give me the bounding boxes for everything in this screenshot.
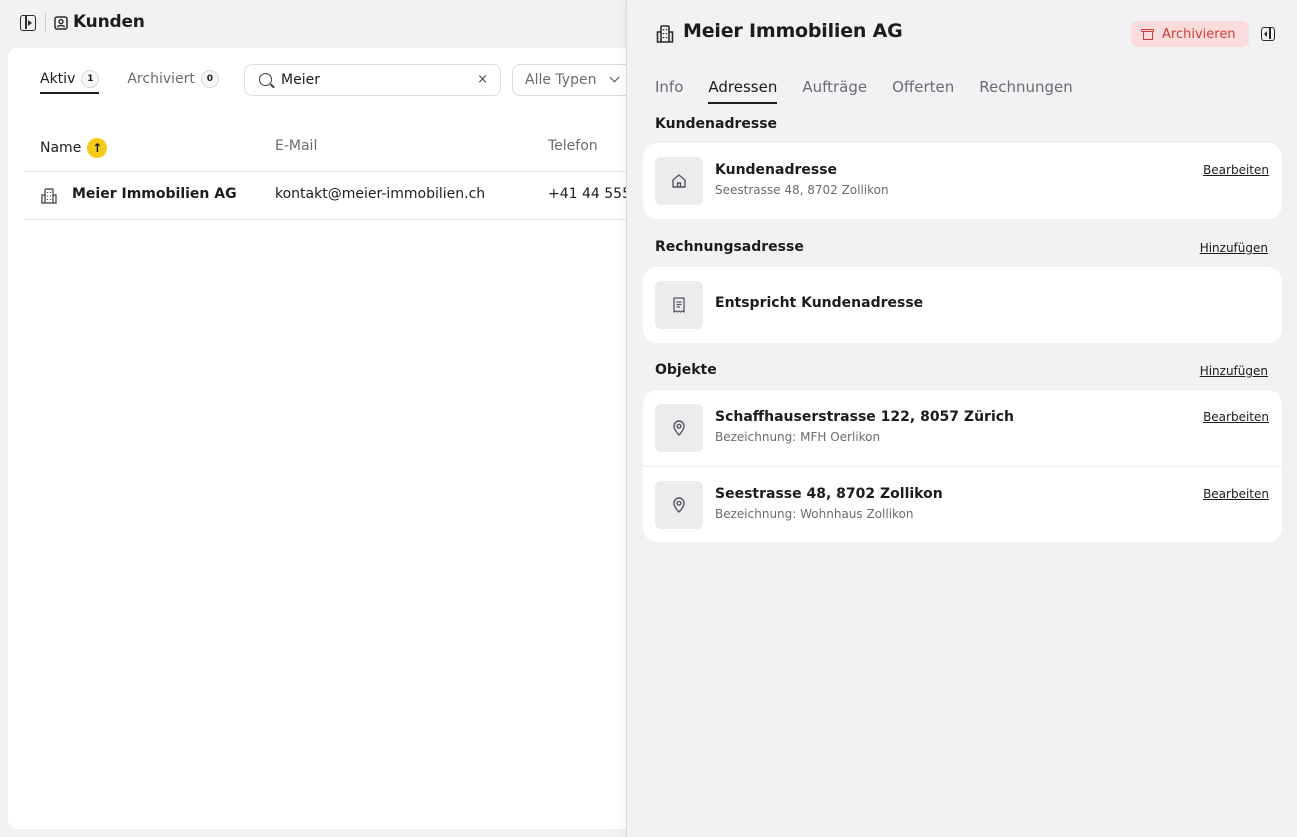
- section-title-rechnungsadresse: Rechnungsadresse: [655, 239, 804, 255]
- edit-link[interactable]: Bearbeiten: [1203, 487, 1269, 501]
- map-pin-icon-box: [655, 404, 703, 452]
- address-item: Kundenadresse Seestrasse 48, 8702 Zollik…: [643, 143, 1282, 219]
- tab-label: Aktiv: [40, 71, 76, 87]
- contact-icon: [54, 16, 68, 30]
- object-item: Seestrasse 48, 8702 Zollikon Bezeichnung…: [643, 466, 1282, 542]
- home-icon-box: [655, 157, 703, 205]
- edit-link[interactable]: Bearbeiten: [1203, 163, 1269, 177]
- clear-icon[interactable]: ×: [477, 73, 488, 87]
- customer-address-card: Kundenadresse Seestrasse 48, 8702 Zollik…: [643, 143, 1282, 219]
- edit-link[interactable]: Bearbeiten: [1203, 410, 1269, 424]
- objects-card: Schaffhauserstrasse 122, 8057 Zürich Bez…: [643, 390, 1282, 542]
- archive-icon: [1141, 28, 1154, 40]
- add-object-link[interactable]: Hinzufügen: [1200, 364, 1268, 378]
- page-title: Kunden: [73, 12, 145, 32]
- search-field[interactable]: ×: [244, 64, 501, 96]
- sort-ascending-icon[interactable]: ↑: [87, 138, 108, 158]
- building-icon: [41, 188, 57, 204]
- count-badge: 0: [200, 70, 219, 88]
- type-filter-label: Alle Typen: [525, 72, 597, 88]
- item-subtitle: Seestrasse 48, 8702 Zollikon: [715, 183, 889, 197]
- item-title: Seestrasse 48, 8702 Zollikon: [715, 486, 943, 502]
- chevron-down-icon: [609, 72, 620, 83]
- sidebar-toggle-icon[interactable]: [20, 15, 36, 31]
- item-title: Kundenadresse: [715, 162, 838, 178]
- tab-archiviert[interactable]: Archiviert 0: [127, 70, 219, 94]
- map-pin-icon: [673, 420, 685, 436]
- column-phone-header: Telefon: [548, 138, 598, 154]
- tab-rechnungen[interactable]: Rechnungen: [979, 78, 1073, 102]
- item-title: Entspricht Kundenadresse: [715, 295, 924, 311]
- tab-adressen[interactable]: Adressen: [708, 78, 777, 104]
- building-icon: [656, 25, 674, 43]
- tab-offerten[interactable]: Offerten: [892, 78, 954, 102]
- item-subtitle: Bezeichnung: Wohnhaus Zollikon: [715, 507, 914, 521]
- table-row[interactable]: Meier Immobilien AG kontakt@meier-immobi…: [24, 172, 648, 220]
- search-icon: [259, 73, 272, 86]
- tab-info[interactable]: Info: [655, 78, 683, 102]
- column-email-header: E-Mail: [275, 138, 318, 154]
- column-name-header[interactable]: Name ↑: [40, 138, 108, 158]
- receipt-icon-box: [655, 281, 703, 329]
- close-panel-icon[interactable]: [1261, 27, 1275, 41]
- column-label: Name: [40, 140, 82, 156]
- archive-button[interactable]: Archivieren: [1131, 21, 1249, 47]
- section-title-objekte: Objekte: [655, 362, 717, 378]
- section-title-kundenadresse: Kundenadresse: [655, 116, 778, 132]
- topbar: Kunden: [0, 0, 640, 48]
- divider: [45, 13, 46, 33]
- customer-detail-panel: Meier Immobilien AG Archivieren Info Adr…: [626, 0, 1297, 837]
- receipt-icon: [673, 297, 685, 313]
- address-item: Entspricht Kundenadresse: [643, 267, 1282, 343]
- home-icon: [672, 174, 686, 188]
- detail-title: Meier Immobilien AG: [683, 20, 903, 42]
- object-item: Schaffhauserstrasse 122, 8057 Zürich Bez…: [643, 390, 1282, 466]
- add-billing-address-link[interactable]: Hinzufügen: [1200, 241, 1268, 255]
- map-pin-icon-box: [655, 481, 703, 529]
- tab-label: Archiviert: [127, 71, 195, 87]
- tab-aktiv[interactable]: Aktiv 1: [40, 70, 100, 94]
- map-pin-icon: [673, 497, 685, 513]
- customer-name: Meier Immobilien AG: [72, 186, 237, 202]
- archive-label: Archivieren: [1162, 26, 1236, 42]
- tab-auftraege[interactable]: Aufträge: [802, 78, 867, 102]
- count-badge: 1: [81, 70, 100, 88]
- list-tabs: Aktiv 1 Archiviert 0: [40, 70, 219, 94]
- search-input[interactable]: [281, 70, 471, 90]
- customer-list-panel: Aktiv 1 Archiviert 0 × Alle Typen Name ↑…: [8, 48, 662, 829]
- item-subtitle: Bezeichnung: MFH Oerlikon: [715, 430, 881, 444]
- item-title: Schaffhauserstrasse 122, 8057 Zürich: [715, 409, 1015, 425]
- customer-email: kontakt@meier-immobilien.ch: [275, 186, 486, 202]
- billing-address-card: Entspricht Kundenadresse: [643, 267, 1282, 343]
- table-header: Name ↑ E-Mail Telefon: [24, 124, 648, 172]
- detail-tabs: Info Adressen Aufträge Offerten Rechnung…: [655, 78, 1073, 104]
